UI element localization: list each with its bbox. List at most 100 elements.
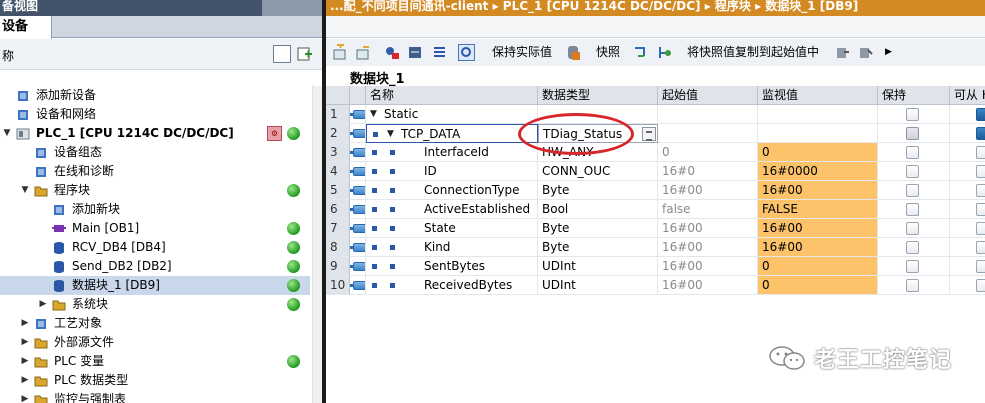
tree-item[interactable]: ▼ 程序块 bbox=[0, 181, 310, 200]
insert-row-icon[interactable] bbox=[332, 42, 349, 61]
snapshot-compare-icon[interactable] bbox=[656, 44, 673, 61]
retain-checkbox[interactable] bbox=[906, 146, 919, 159]
collapse-arrow-icon[interactable]: ▼ bbox=[20, 181, 30, 200]
tree-item[interactable]: ▶ 监控与强制表 bbox=[0, 390, 310, 403]
tree-item[interactable]: ▶ 工艺对象 bbox=[0, 314, 310, 333]
variable-name-cell[interactable]: ID bbox=[366, 162, 538, 181]
retain-checkbox[interactable] bbox=[906, 165, 919, 178]
start-value-cell[interactable]: 16#00 bbox=[658, 181, 758, 200]
variable-name-cell[interactable]: ActiveEstablished bbox=[366, 200, 538, 219]
tree-item[interactable]: Send_DB2 [DB2] bbox=[0, 257, 310, 276]
retain-checkbox[interactable] bbox=[906, 241, 919, 254]
collapse-arrow-icon[interactable]: ▼ bbox=[387, 125, 394, 142]
variable-name-cell[interactable]: ▼ TCP_DATA bbox=[366, 124, 538, 143]
toolbar-overflow-icon[interactable]: ▶ bbox=[885, 43, 892, 62]
table-view-icon[interactable] bbox=[273, 45, 291, 63]
snapshot-load-icon[interactable] bbox=[632, 44, 649, 61]
tree-item[interactable]: ▶ PLC 数据类型 bbox=[0, 371, 310, 390]
expand-arrow-icon[interactable]: ▶ bbox=[20, 390, 30, 403]
add-row-icon[interactable] bbox=[355, 44, 372, 61]
expand-all-icon[interactable] bbox=[384, 44, 401, 61]
start-value-cell[interactable]: false bbox=[658, 200, 758, 219]
datatype-cell[interactable]: Bool bbox=[538, 200, 658, 219]
retain-cell[interactable] bbox=[878, 276, 950, 295]
datatype-cell[interactable]: Byte bbox=[538, 181, 658, 200]
retain-cell[interactable] bbox=[878, 105, 950, 124]
table-row[interactable]: 7 State Byte 16#00 16#00 bbox=[326, 219, 985, 238]
accessible-cell[interactable] bbox=[950, 276, 985, 295]
variable-name-cell[interactable]: Kind bbox=[366, 238, 538, 257]
table-row[interactable]: 9 SentBytes UDInt 16#00 0 bbox=[326, 257, 985, 276]
snapshot-button[interactable]: 快照 bbox=[596, 43, 620, 62]
table-row[interactable]: 8 Kind Byte 16#00 16#00 bbox=[326, 238, 985, 257]
retain-checkbox[interactable] bbox=[906, 127, 919, 140]
tree-item[interactable]: ▶ 系统块 bbox=[0, 295, 310, 314]
start-value-cell[interactable]: 0 bbox=[658, 143, 758, 162]
expand-arrow-icon[interactable]: ▶ bbox=[20, 333, 30, 352]
accessible-cell[interactable] bbox=[950, 219, 985, 238]
project-tree-scrollbar[interactable] bbox=[312, 86, 322, 403]
reset-start-values-icon[interactable] bbox=[857, 44, 874, 61]
retain-cell[interactable] bbox=[878, 181, 950, 200]
variable-name-cell[interactable]: ConnectionType bbox=[366, 181, 538, 200]
variable-name-cell[interactable]: ReceivedBytes bbox=[366, 276, 538, 295]
start-value-cell[interactable]: 16#00 bbox=[658, 257, 758, 276]
table-row[interactable]: 6 ActiveEstablished Bool false FALSE bbox=[326, 200, 985, 219]
accessible-cell[interactable] bbox=[950, 124, 985, 143]
accessible-checkbox[interactable] bbox=[976, 222, 985, 235]
tree-item[interactable]: 在线和诊断 bbox=[0, 162, 310, 181]
monitor-all-icon[interactable] bbox=[458, 44, 475, 61]
collapse-arrow-icon[interactable]: ▼ bbox=[2, 124, 12, 143]
table-row[interactable]: 1 ▼ Static bbox=[326, 105, 985, 124]
column-header-retain[interactable]: 保持 bbox=[878, 86, 950, 105]
expand-arrow-icon[interactable]: ▶ bbox=[20, 352, 30, 371]
variable-name-cell[interactable]: ▼ Static bbox=[366, 105, 538, 124]
table-row[interactable]: 3 InterfaceId HW_ANY 0 0 bbox=[326, 143, 985, 162]
start-value-cell[interactable]: 16#00 bbox=[658, 238, 758, 257]
datatype-cell[interactable]: Byte bbox=[538, 238, 658, 257]
start-value-cell[interactable]: 16#0 bbox=[658, 162, 758, 181]
accessible-cell[interactable] bbox=[950, 162, 985, 181]
tree-item[interactable]: 设备和网络 bbox=[0, 105, 310, 124]
keep-actual-values-button[interactable]: 保持实际值 bbox=[492, 43, 552, 62]
retain-cell[interactable] bbox=[878, 124, 950, 143]
start-value-cell[interactable]: 16#00 bbox=[658, 219, 758, 238]
expand-arrow-icon[interactable]: ▶ bbox=[38, 295, 48, 314]
retain-cell[interactable] bbox=[878, 200, 950, 219]
column-header-name[interactable]: 名称 bbox=[366, 86, 538, 105]
retain-cell[interactable] bbox=[878, 219, 950, 238]
tree-item[interactable]: 设备组态 bbox=[0, 143, 310, 162]
accessible-cell[interactable] bbox=[950, 257, 985, 276]
variable-name-cell[interactable]: State bbox=[366, 219, 538, 238]
tree-item[interactable]: RCV_DB4 [DB4] bbox=[0, 238, 310, 257]
accessible-cell[interactable] bbox=[950, 105, 985, 124]
datatype-cell[interactable]: UDInt bbox=[538, 276, 658, 295]
column-header-datatype[interactable]: 数据类型 bbox=[538, 86, 658, 105]
datatype-picker-icon[interactable] bbox=[642, 127, 656, 141]
structure-view-icon[interactable] bbox=[431, 44, 448, 61]
retain-checkbox[interactable] bbox=[906, 222, 919, 235]
retain-cell[interactable] bbox=[878, 162, 950, 181]
copy-snapshot-to-start-button[interactable]: 将快照值复制到起始值中 bbox=[687, 43, 819, 62]
table-row[interactable]: 4 ID CONN_OUC 16#0 16#0000 bbox=[326, 162, 985, 181]
tree-item[interactable]: 添加新设备 bbox=[0, 86, 310, 105]
accessible-checkbox[interactable] bbox=[976, 260, 985, 273]
tree-item[interactable]: 添加新块 bbox=[0, 200, 310, 219]
start-value-cell[interactable] bbox=[658, 105, 758, 124]
table-row[interactable]: 10 ReceivedBytes UDInt 16#00 0 bbox=[326, 276, 985, 295]
accessible-checkbox[interactable] bbox=[976, 241, 985, 254]
variable-name-cell[interactable]: SentBytes bbox=[366, 257, 538, 276]
tree-item[interactable]: Main [OB1] bbox=[0, 219, 310, 238]
tree-item[interactable]: ▼ PLC_1 [CPU 1214C DC/DC/DC] ⚙ bbox=[0, 124, 310, 143]
collapse-arrow-icon[interactable]: ▼ bbox=[370, 105, 377, 123]
retain-cell[interactable] bbox=[878, 143, 950, 162]
tab-devices[interactable]: 设备 bbox=[0, 16, 52, 39]
variable-name-cell[interactable]: InterfaceId bbox=[366, 143, 538, 162]
retain-checkbox[interactable] bbox=[906, 260, 919, 273]
retain-checkbox[interactable] bbox=[906, 108, 919, 121]
accessible-cell[interactable] bbox=[950, 143, 985, 162]
datatype-cell[interactable]: CONN_OUC bbox=[538, 162, 658, 181]
snapshot-db-icon[interactable] bbox=[565, 44, 582, 61]
tree-item[interactable]: ▶ 外部源文件 bbox=[0, 333, 310, 352]
accessible-cell[interactable] bbox=[950, 200, 985, 219]
